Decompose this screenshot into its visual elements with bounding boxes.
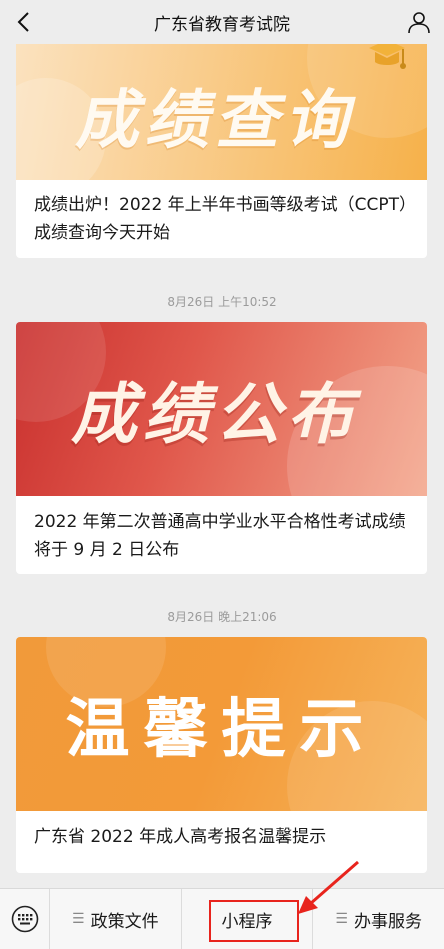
keyboard-icon xyxy=(11,905,38,933)
article-card[interactable]: 成绩公布 2022 年第二次普通高中学业水平合格性考试成绩将于 9 月 2 日公… xyxy=(16,322,427,574)
keyboard-button[interactable] xyxy=(0,888,50,949)
menu-label: 办事服务 xyxy=(353,911,422,932)
banner-headline: 成绩公布 xyxy=(66,376,374,453)
banner-headline: 成绩查询 xyxy=(71,84,367,158)
article-title[interactable]: 成绩出炉！2022 年上半年书画等级考试（CCPT）成绩查询今天开始 xyxy=(16,180,427,247)
article-title[interactable]: 2022 年第二次普通高中学业水平合格性考试成绩将于 9 月 2 日公布 xyxy=(16,496,427,564)
article-banner: 温馨提示 xyxy=(16,637,427,811)
article-title[interactable]: 广东省 2022 年成人高考报名温馨提示 xyxy=(16,811,427,851)
person-icon xyxy=(408,12,430,34)
annotation-highlight-box xyxy=(209,900,299,942)
menu-label: 政策文件 xyxy=(90,911,159,932)
profile-button[interactable] xyxy=(404,7,434,37)
back-button[interactable] xyxy=(10,8,36,36)
article-card[interactable]: 成绩查询 成绩出炉！2022 年上半年书画等级考试（CCPT）成绩查询今天开始 xyxy=(16,44,427,258)
article-banner: 成绩公布 xyxy=(16,322,427,496)
page-title: 广东省教育考试院 xyxy=(154,14,290,35)
annotation-arrow-icon xyxy=(298,860,359,914)
menu-policy-documents[interactable]: ☰ 政策文件 xyxy=(50,888,182,949)
article-banner: 成绩查询 xyxy=(16,44,427,180)
menu-lines-icon: ☰ xyxy=(72,911,85,927)
article-card[interactable]: 温馨提示 广东省 2022 年成人高考报名温馨提示 xyxy=(16,637,427,873)
message-timestamp: 8月26日 晚上21:06 xyxy=(167,610,277,624)
top-bar: 广东省教育考试院 xyxy=(0,0,444,44)
message-timestamp: 8月26日 上午10:52 xyxy=(167,295,277,309)
chevron-left-icon xyxy=(17,12,29,32)
message-feed[interactable]: 成绩查询 成绩出炉！2022 年上半年书画等级考试（CCPT）成绩查询今天开始 … xyxy=(0,44,444,888)
